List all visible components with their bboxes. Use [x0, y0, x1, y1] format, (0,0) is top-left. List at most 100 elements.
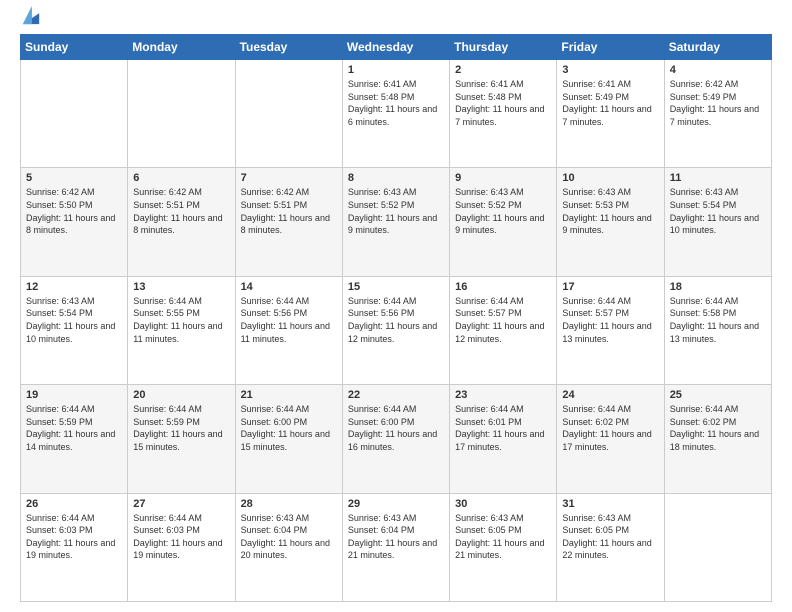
calendar-week-row: 1 Sunrise: 6:41 AMSunset: 5:48 PMDaylight… [21, 60, 772, 168]
day-number: 24 [562, 389, 658, 401]
day-number: 6 [133, 172, 229, 184]
day-info: Sunrise: 6:44 AMSunset: 5:55 PMDaylight:… [133, 295, 229, 345]
day-info: Sunrise: 6:43 AMSunset: 6:04 PMDaylight:… [241, 512, 337, 562]
calendar-week-row: 12 Sunrise: 6:43 AMSunset: 5:54 PMDayligh… [21, 276, 772, 384]
day-info: Sunrise: 6:44 AMSunset: 6:02 PMDaylight:… [562, 403, 658, 453]
day-info: Sunrise: 6:44 AMSunset: 6:03 PMDaylight:… [133, 512, 229, 562]
day-number: 12 [26, 281, 122, 293]
calendar-cell: 29 Sunrise: 6:43 AMSunset: 6:04 PMDayligh… [342, 493, 449, 601]
calendar-week-row: 19 Sunrise: 6:44 AMSunset: 5:59 PMDayligh… [21, 385, 772, 493]
calendar-cell: 15Sunrise: 6:44 AMSunset: 5:56 PMDayligh… [342, 276, 449, 384]
day-number: 4 [670, 64, 766, 76]
page: SundayMondayTuesdayWednesdayThursdayFrid… [0, 0, 792, 612]
day-number: 19 [26, 389, 122, 401]
day-info: Sunrise: 6:44 AMSunset: 5:59 PMDaylight:… [133, 403, 229, 453]
weekday-header: Monday [128, 35, 235, 60]
day-number: 29 [348, 498, 444, 510]
calendar-cell: 6 Sunrise: 6:42 AMSunset: 5:51 PMDaylight… [128, 168, 235, 276]
calendar-cell: 18Sunrise: 6:44 AMSunset: 5:58 PMDayligh… [664, 276, 771, 384]
day-info: Sunrise: 6:43 AMSunset: 6:05 PMDaylight:… [562, 512, 658, 562]
day-info: Sunrise: 6:44 AMSunset: 5:56 PMDaylight:… [348, 295, 444, 345]
day-info: Sunrise: 6:41 AMSunset: 5:49 PMDaylight:… [562, 78, 658, 128]
calendar-cell: 19 Sunrise: 6:44 AMSunset: 5:59 PMDayligh… [21, 385, 128, 493]
day-info: Sunrise: 6:44 AMSunset: 6:01 PMDaylight:… [455, 403, 551, 453]
day-info: Sunrise: 6:44 AMSunset: 5:56 PMDaylight:… [241, 295, 337, 345]
day-info: Sunrise: 6:43 AMSunset: 5:54 PMDaylight:… [670, 186, 766, 236]
calendar-cell: 24 Sunrise: 6:44 AMSunset: 6:02 PMDayligh… [557, 385, 664, 493]
calendar-cell: 31 Sunrise: 6:43 AMSunset: 6:05 PMDayligh… [557, 493, 664, 601]
calendar-cell: 8 Sunrise: 6:43 AMSunset: 5:52 PMDaylight… [342, 168, 449, 276]
day-number: 18 [670, 281, 766, 293]
weekday-row: SundayMondayTuesdayWednesdayThursdayFrid… [21, 35, 772, 60]
day-number: 30 [455, 498, 551, 510]
day-info: Sunrise: 6:43 AMSunset: 5:52 PMDaylight:… [348, 186, 444, 236]
day-number: 16 [455, 281, 551, 293]
day-info: Sunrise: 6:42 AMSunset: 5:49 PMDaylight:… [670, 78, 766, 128]
weekday-header: Sunday [21, 35, 128, 60]
day-info: Sunrise: 6:44 AMSunset: 5:57 PMDaylight:… [455, 295, 551, 345]
calendar-cell: 11Sunrise: 6:43 AMSunset: 5:54 PMDayligh… [664, 168, 771, 276]
calendar-cell: 1 Sunrise: 6:41 AMSunset: 5:48 PMDaylight… [342, 60, 449, 168]
calendar-cell: 21 Sunrise: 6:44 AMSunset: 6:00 PMDayligh… [235, 385, 342, 493]
calendar-cell: 23 Sunrise: 6:44 AMSunset: 6:01 PMDayligh… [450, 385, 557, 493]
day-number: 13 [133, 281, 229, 293]
calendar-cell: 30 Sunrise: 6:43 AMSunset: 6:05 PMDayligh… [450, 493, 557, 601]
day-info: Sunrise: 6:42 AMSunset: 5:51 PMDaylight:… [133, 186, 229, 236]
day-info: Sunrise: 6:44 AMSunset: 5:59 PMDaylight:… [26, 403, 122, 453]
day-info: Sunrise: 6:43 AMSunset: 6:04 PMDaylight:… [348, 512, 444, 562]
calendar-week-row: 26Sunrise: 6:44 AMSunset: 6:03 PMDayligh… [21, 493, 772, 601]
weekday-header: Friday [557, 35, 664, 60]
day-info: Sunrise: 6:44 AMSunset: 6:02 PMDaylight:… [670, 403, 766, 453]
calendar-cell: 3 Sunrise: 6:41 AMSunset: 5:49 PMDaylight… [557, 60, 664, 168]
day-number: 8 [348, 172, 444, 184]
weekday-header: Wednesday [342, 35, 449, 60]
calendar-cell: 22Sunrise: 6:44 AMSunset: 6:00 PMDayligh… [342, 385, 449, 493]
calendar-cell: 4 Sunrise: 6:42 AMSunset: 5:49 PMDaylight… [664, 60, 771, 168]
day-info: Sunrise: 6:44 AMSunset: 6:00 PMDaylight:… [241, 403, 337, 453]
calendar-cell: 5 Sunrise: 6:42 AMSunset: 5:50 PMDaylight… [21, 168, 128, 276]
logo [20, 20, 40, 26]
day-number: 28 [241, 498, 337, 510]
day-number: 14 [241, 281, 337, 293]
day-info: Sunrise: 6:43 AMSunset: 6:05 PMDaylight:… [455, 512, 551, 562]
calendar-cell: 25 Sunrise: 6:44 AMSunset: 6:02 PMDayligh… [664, 385, 771, 493]
logo-icon [22, 6, 40, 26]
calendar-table: SundayMondayTuesdayWednesdayThursdayFrid… [20, 34, 772, 602]
day-number: 5 [26, 172, 122, 184]
day-info: Sunrise: 6:42 AMSunset: 5:50 PMDaylight:… [26, 186, 122, 236]
day-number: 31 [562, 498, 658, 510]
day-number: 1 [348, 64, 444, 76]
day-number: 23 [455, 389, 551, 401]
day-info: Sunrise: 6:43 AMSunset: 5:53 PMDaylight:… [562, 186, 658, 236]
calendar-cell: 16 Sunrise: 6:44 AMSunset: 5:57 PMDayligh… [450, 276, 557, 384]
calendar-cell: 17Sunrise: 6:44 AMSunset: 5:57 PMDayligh… [557, 276, 664, 384]
weekday-header: Saturday [664, 35, 771, 60]
calendar-cell: 13 Sunrise: 6:44 AMSunset: 5:55 PMDayligh… [128, 276, 235, 384]
calendar-header: SundayMondayTuesdayWednesdayThursdayFrid… [21, 35, 772, 60]
calendar-cell: 20 Sunrise: 6:44 AMSunset: 5:59 PMDayligh… [128, 385, 235, 493]
calendar-cell: 10Sunrise: 6:43 AMSunset: 5:53 PMDayligh… [557, 168, 664, 276]
day-info: Sunrise: 6:44 AMSunset: 6:03 PMDaylight:… [26, 512, 122, 562]
calendar-cell: 12 Sunrise: 6:43 AMSunset: 5:54 PMDayligh… [21, 276, 128, 384]
calendar-cell: 27 Sunrise: 6:44 AMSunset: 6:03 PMDayligh… [128, 493, 235, 601]
day-info: Sunrise: 6:41 AMSunset: 5:48 PMDaylight:… [455, 78, 551, 128]
day-info: Sunrise: 6:42 AMSunset: 5:51 PMDaylight:… [241, 186, 337, 236]
header [20, 16, 772, 26]
day-number: 3 [562, 64, 658, 76]
weekday-header: Thursday [450, 35, 557, 60]
calendar-cell [21, 60, 128, 168]
weekday-header: Tuesday [235, 35, 342, 60]
day-number: 7 [241, 172, 337, 184]
day-number: 27 [133, 498, 229, 510]
calendar-cell: 26Sunrise: 6:44 AMSunset: 6:03 PMDayligh… [21, 493, 128, 601]
day-number: 20 [133, 389, 229, 401]
day-number: 25 [670, 389, 766, 401]
calendar-cell [664, 493, 771, 601]
calendar-cell: 14 Sunrise: 6:44 AMSunset: 5:56 PMDayligh… [235, 276, 342, 384]
calendar-cell: 7 Sunrise: 6:42 AMSunset: 5:51 PMDaylight… [235, 168, 342, 276]
day-number: 21 [241, 389, 337, 401]
day-info: Sunrise: 6:43 AMSunset: 5:54 PMDaylight:… [26, 295, 122, 345]
day-info: Sunrise: 6:41 AMSunset: 5:48 PMDaylight:… [348, 78, 444, 128]
day-info: Sunrise: 6:44 AMSunset: 6:00 PMDaylight:… [348, 403, 444, 453]
calendar-body: 1 Sunrise: 6:41 AMSunset: 5:48 PMDaylight… [21, 60, 772, 602]
